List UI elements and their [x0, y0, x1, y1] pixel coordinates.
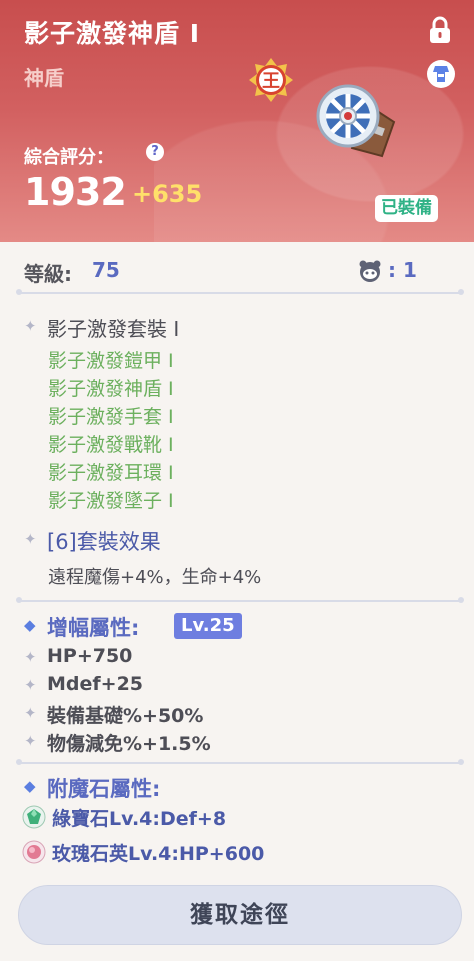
- divider: [16, 289, 464, 295]
- set-piece: 影子激發鎧甲 I: [48, 350, 174, 372]
- sparkle-icon: ✦: [24, 704, 37, 722]
- divider: [16, 759, 464, 765]
- score-value: 1932: [24, 170, 127, 214]
- set-bonus-desc: 遠程魔傷+4%，生命+4%: [48, 567, 262, 588]
- enhance-stat: 物傷減免%+1.5%: [47, 733, 211, 755]
- gem-stat: 玫瑰石英Lv.4:HP+600: [52, 843, 265, 865]
- set-piece: 影子激發墜子 I: [48, 490, 174, 512]
- lock-icon[interactable]: [427, 16, 453, 44]
- pet-value: : 1: [388, 258, 417, 282]
- item-name: 影子激發神盾 I: [24, 19, 201, 48]
- level-value: 75: [92, 258, 120, 282]
- sparkle-icon: ✦: [24, 530, 37, 548]
- pet-icon: [359, 260, 381, 282]
- enhance-stat: 裝備基礎%+50%: [47, 705, 204, 727]
- item-header: 影子激發神盾 I 神盾 王 綜合評分： ? 1932 +635 已裝備: [0, 0, 474, 242]
- score-label: 綜合評分：: [24, 147, 114, 168]
- emerald-icon: [22, 805, 46, 829]
- enhance-title: 增幅屬性:: [47, 616, 140, 640]
- shield-icon: [316, 84, 396, 158]
- sparkle-icon: ✦: [24, 317, 37, 335]
- level-row: 等級: 75 : 1: [24, 256, 454, 286]
- score-bonus: +635: [132, 180, 203, 208]
- enchant-title: 附魔石屬性:: [47, 777, 161, 801]
- slot-icon: [427, 60, 455, 88]
- diamond-icon: ◆: [24, 616, 36, 634]
- rank-glyph: 王: [262, 71, 280, 92]
- equipped-badge: 已裝備: [375, 195, 438, 222]
- help-icon[interactable]: ?: [146, 143, 164, 161]
- acquire-route-button[interactable]: 獲取途徑: [18, 885, 462, 945]
- item-type: 神盾: [24, 66, 64, 90]
- set-piece: 影子激發耳環 I: [48, 462, 174, 484]
- enhance-stat: HP+750: [47, 645, 133, 667]
- gem-stat: 綠寶石Lv.4:Def+8: [52, 808, 227, 830]
- sparkle-icon: ✦: [24, 648, 37, 666]
- enhance-stat: Mdef+25: [47, 673, 144, 695]
- set-piece: 影子激發神盾 I: [48, 378, 174, 400]
- enhance-level-badge: Lv.25: [174, 613, 242, 639]
- set-piece: 影子激發戰靴 I: [48, 434, 174, 456]
- set-bonus-title: [6]套裝效果: [47, 530, 161, 554]
- equipment-tooltip-card: 影子激發神盾 I 神盾 王 綜合評分： ? 1932 +635 已裝備 等級: …: [0, 0, 474, 961]
- set-piece: 影子激發手套 I: [48, 406, 174, 428]
- sparkle-icon: ✦: [24, 732, 37, 750]
- sparkle-icon: ✦: [24, 676, 37, 694]
- diamond-icon: ◆: [24, 777, 36, 795]
- level-label: 等級:: [24, 262, 72, 286]
- set-title: 影子激發套裝 I: [47, 317, 180, 341]
- rank-badge-icon: 王: [249, 58, 293, 102]
- divider: [16, 597, 464, 603]
- rose-quartz-icon: [22, 840, 46, 864]
